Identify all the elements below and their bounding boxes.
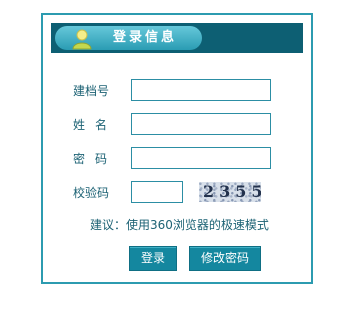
header-title: 登录信息 — [113, 30, 178, 45]
archive-number-input[interactable] — [131, 79, 271, 101]
captcha-input[interactable] — [131, 181, 183, 203]
captcha-image[interactable]: 2355 — [199, 182, 261, 202]
login-panel: 登录信息 建档号 姓名 密码 校验码 2355 建议：使用360浏览器的极速模式… — [41, 13, 313, 284]
name-label: 姓名 — [73, 118, 118, 132]
name-input[interactable] — [131, 113, 271, 135]
archive-number-label: 建档号 — [73, 84, 110, 98]
captcha-label: 校验码 — [73, 186, 110, 200]
header-pill: 登录信息 — [55, 26, 202, 50]
user-icon — [72, 29, 92, 50]
browser-hint: 建议：使用360浏览器的极速模式 — [90, 218, 269, 232]
change-password-button[interactable]: 修改密码 — [189, 246, 261, 271]
login-button[interactable]: 登录 — [129, 246, 177, 271]
login-header: 登录信息 — [51, 23, 303, 53]
captcha-text: 2355 — [203, 182, 261, 201]
password-label: 密码 — [73, 152, 118, 166]
password-input[interactable] — [131, 147, 271, 169]
